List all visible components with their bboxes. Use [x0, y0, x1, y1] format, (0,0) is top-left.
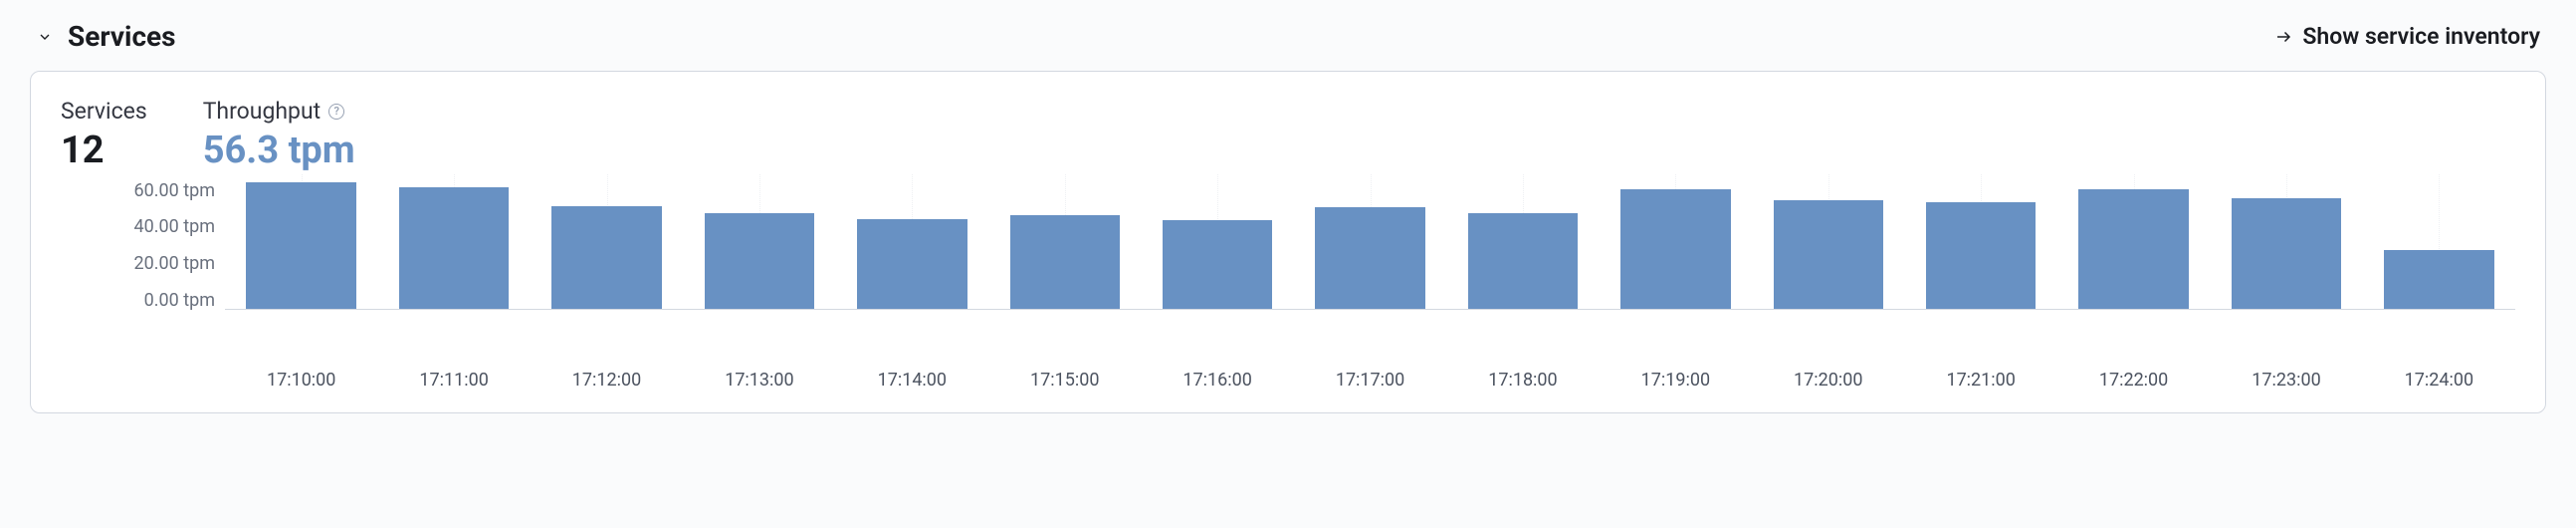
chart-bar[interactable] [1163, 220, 1272, 308]
chart-bar-slot [377, 180, 530, 309]
arrow-right-icon [2274, 28, 2292, 46]
chart-bar-slot [1904, 180, 2056, 309]
chart-bar-slot [988, 180, 1141, 309]
section-title: Services [68, 20, 176, 53]
services-stat: Services 12 [61, 98, 147, 172]
chart-bar-slot [836, 180, 988, 309]
chart-bar-slot [2363, 180, 2515, 309]
chart-bar-slot [1600, 180, 1752, 309]
chart-y-tick: 40.00 tpm [134, 218, 215, 236]
help-icon[interactable]: ? [328, 104, 344, 120]
chart-bar[interactable] [857, 219, 966, 309]
chart-bar[interactable] [2384, 250, 2493, 309]
chart-x-tick: 17:12:00 [531, 370, 683, 391]
chart-x-tick: 17:19:00 [1600, 370, 1752, 391]
chart-bar-slot [1446, 180, 1599, 309]
chart-y-tick: 20.00 tpm [134, 255, 215, 273]
chart-bar[interactable] [1010, 215, 1120, 309]
chart-bar[interactable] [1774, 200, 1883, 309]
chart-bar[interactable] [2232, 198, 2341, 309]
chart-y-tick: 0.00 tpm [144, 292, 215, 310]
chart-x-tick: 17:15:00 [988, 370, 1141, 391]
throughput-chart: 60.00 tpm 40.00 tpm 20.00 tpm 0.00 tpm [61, 180, 2515, 360]
chart-bar-slot [531, 180, 683, 309]
chart-bar[interactable] [551, 206, 661, 309]
chevron-down-icon[interactable] [36, 28, 54, 46]
chart-x-tick: 17:16:00 [1141, 370, 1293, 391]
chart-bar-slot [225, 180, 377, 309]
chart-x-tick: 17:24:00 [2363, 370, 2515, 391]
services-stat-value: 12 [61, 131, 147, 172]
chart-x-tick: 17:22:00 [2057, 370, 2210, 391]
throughput-label-text: Throughput [203, 98, 321, 125]
chart-y-tick: 60.00 tpm [134, 182, 215, 200]
section-header: Services Show service inventory [30, 20, 2546, 53]
chart-bar[interactable] [1468, 213, 1578, 309]
throughput-stat: Throughput ? 56.3 tpm [203, 98, 355, 172]
chart-x-tick: 17:13:00 [683, 370, 835, 391]
chart-y-axis: 60.00 tpm 40.00 tpm 20.00 tpm 0.00 tpm [61, 180, 225, 310]
services-stat-label: Services [61, 98, 147, 125]
chart-bar[interactable] [2078, 189, 2188, 309]
services-card: Services 12 Throughput ? 56.3 tpm 60.00 … [30, 71, 2546, 413]
section-header-left: Services [36, 20, 176, 53]
chart-bar-slot [2210, 180, 2362, 309]
chart-x-tick: 17:10:00 [225, 370, 377, 391]
chart-plot-area [225, 180, 2515, 310]
chart-x-tick: 17:21:00 [1904, 370, 2056, 391]
chart-bar-slot [2057, 180, 2210, 309]
chart-bar[interactable] [399, 187, 509, 309]
throughput-stat-label: Throughput ? [203, 98, 355, 125]
chart-bar-slot [1294, 180, 1446, 309]
chart-bar-slot [1752, 180, 1904, 309]
stats-row: Services 12 Throughput ? 56.3 tpm [61, 98, 2515, 172]
chart-x-tick: 17:17:00 [1294, 370, 1446, 391]
chart-bar-slot [683, 180, 835, 309]
chart-bar-slot [1141, 180, 1293, 309]
chart-bar[interactable] [1315, 207, 1424, 308]
chart-x-tick: 17:20:00 [1752, 370, 1904, 391]
chart-x-tick: 17:14:00 [836, 370, 988, 391]
chart-x-tick: 17:18:00 [1446, 370, 1599, 391]
chart-bar[interactable] [246, 182, 355, 309]
chart-bar[interactable] [1926, 202, 2036, 309]
chart-bar[interactable] [1620, 189, 1730, 309]
throughput-stat-value: 56.3 tpm [203, 131, 355, 172]
chart-x-tick: 17:11:00 [377, 370, 530, 391]
chart-x-axis: 17:10:0017:11:0017:12:0017:13:0017:14:00… [225, 370, 2515, 391]
chart-bar[interactable] [705, 213, 814, 309]
chart-bars [225, 180, 2515, 309]
show-service-inventory-link[interactable]: Show service inventory [2274, 23, 2540, 50]
inventory-link-label: Show service inventory [2302, 23, 2540, 50]
chart-x-tick: 17:23:00 [2210, 370, 2362, 391]
